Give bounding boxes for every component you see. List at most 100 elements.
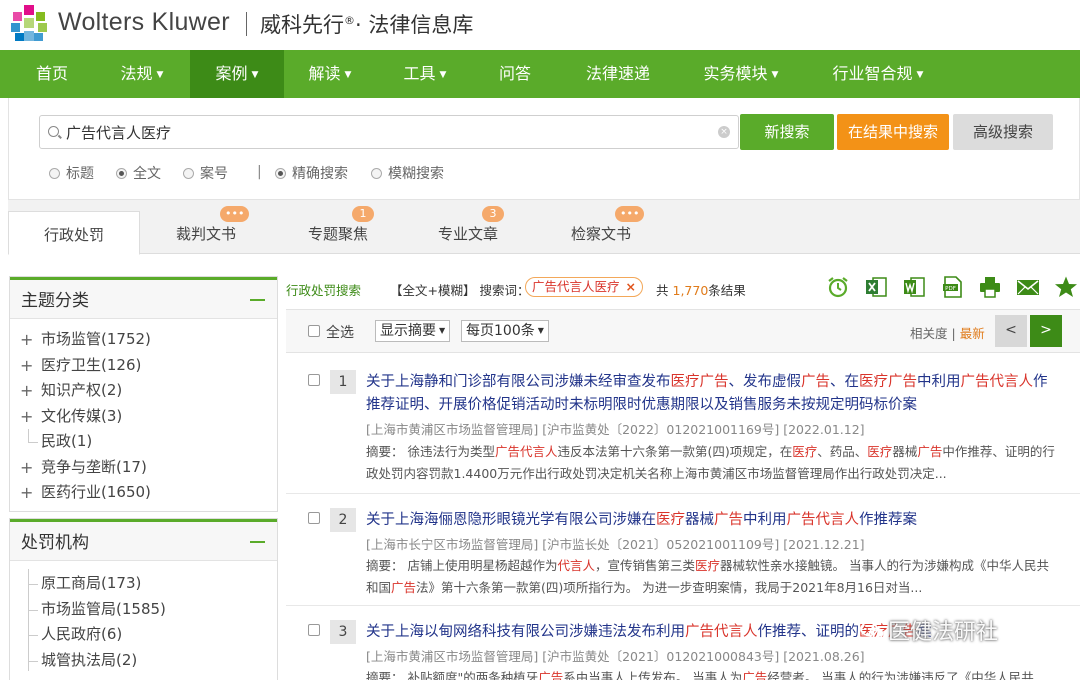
highlight-term: 广告 xyxy=(391,580,417,595)
topic-civil-affairs[interactable]: 民政(1) xyxy=(10,429,277,455)
next-page-button[interactable]: > xyxy=(1030,315,1062,347)
agency-market-supervision[interactable]: 市场监管局(1585) xyxy=(10,597,277,623)
search-input[interactable] xyxy=(66,120,706,144)
result-title[interactable]: 关于上海海俪恩隐形眼镜光学有限公司涉嫌在医疗器械广告中利用广告代言人作推荐案 xyxy=(366,509,1056,532)
pdf-icon[interactable]: PDF xyxy=(940,275,964,299)
clear-icon[interactable]: × xyxy=(718,126,730,138)
expand-icon[interactable]: + xyxy=(20,404,33,429)
remove-keyword-icon[interactable]: × xyxy=(626,279,636,294)
mail-icon[interactable] xyxy=(1016,275,1040,299)
radio-fuzzy-search[interactable]: 模糊搜索 xyxy=(371,164,444,184)
brand-name: Wolters Kluwer xyxy=(58,8,230,36)
brand-divider xyxy=(246,12,247,36)
highlight-term: 医疗 xyxy=(656,512,685,528)
tab-articles[interactable]: 3 专业文章 xyxy=(410,206,526,254)
result-checkbox[interactable] xyxy=(308,374,320,386)
results-summary-bar: 行政处罚搜索 【全文+模糊】 搜索词： 广告代言人医疗 × 共 1,770条结果 … xyxy=(286,274,1080,302)
site-header: Wolters Kluwer 威科先行®· 法律信息库 xyxy=(0,0,1080,50)
expand-icon[interactable]: + xyxy=(20,378,33,403)
nav-item-practice-modules[interactable]: 实务模块 ▼ xyxy=(686,50,796,98)
tab-procuratorate-docs[interactable]: ••• 检察文书 xyxy=(543,206,659,254)
tab-administrative-penalty[interactable]: 行政处罚 xyxy=(8,211,140,255)
highlight-term: 医疗 xyxy=(867,444,893,459)
topic-ip[interactable]: + 知识产权(2) xyxy=(10,378,277,404)
search-box: × xyxy=(39,115,739,149)
excel-icon[interactable] xyxy=(864,275,888,299)
chevron-down-icon: ▼ xyxy=(537,326,544,335)
sort-relevance[interactable]: 相关度 xyxy=(910,326,948,341)
expand-icon[interactable]: + xyxy=(20,480,33,505)
radio-fulltext[interactable]: 全文 xyxy=(116,164,161,184)
highlight-term: 广告 xyxy=(699,374,729,390)
search-panel: × 新搜索 在结果中搜索 高级搜索 标题 全文 案号 | 精确搜索 模糊搜索 xyxy=(8,98,1080,200)
nav-item-compliance[interactable]: 行业智合规 ▼ xyxy=(814,50,942,98)
nav-item-regulations[interactable]: 法规 ▼ xyxy=(102,50,182,98)
topic-pharma[interactable]: + 医药行业(1650) xyxy=(10,480,277,506)
topic-healthcare[interactable]: + 医疗卫生(126) xyxy=(10,353,277,379)
highlight-term: 广告代言人 xyxy=(494,444,558,459)
result-tabs: 行政处罚 ••• 裁判文书 1 专题聚焦 3 专业文章 ••• 检察文书 xyxy=(8,200,1080,255)
radio-case-number[interactable]: 案号 xyxy=(183,164,228,184)
search-icon xyxy=(48,126,59,137)
advanced-search-button[interactable]: 高级搜索 xyxy=(953,114,1053,150)
more-badge: ••• xyxy=(615,206,645,222)
nav-item-home[interactable]: 首页 xyxy=(18,50,86,98)
wolters-kluwer-logo-icon[interactable] xyxy=(10,4,48,42)
topic-panel-header[interactable]: 主题分类 xyxy=(10,277,277,319)
nav-item-legal-express[interactable]: 法律速递 xyxy=(570,50,666,98)
more-badge: ••• xyxy=(220,206,250,222)
nav-item-qa[interactable]: 问答 xyxy=(480,50,550,98)
result-meta: [上海市黄浦区市场监督管理局] [沪市监黄处〔2021〕012021000843… xyxy=(366,649,865,664)
expand-icon[interactable]: + xyxy=(20,327,33,352)
agency-peoples-government[interactable]: 人民政府(6) xyxy=(10,622,277,648)
word-icon[interactable] xyxy=(902,275,926,299)
result-checkbox[interactable] xyxy=(308,624,320,636)
agency-filter-panel: 处罚机构 原工商局(173) 市场监管局(1585) 人民政府(6) 城管执法局… xyxy=(9,518,278,680)
expand-icon[interactable]: + xyxy=(20,455,33,480)
nav-item-tools[interactable]: 工具 ▼ xyxy=(385,50,465,98)
agency-panel-header[interactable]: 处罚机构 xyxy=(10,519,277,561)
page-size-select[interactable]: 每页100条 ▼ xyxy=(461,320,549,342)
collapse-icon[interactable] xyxy=(250,541,265,543)
nav-item-interpretation[interactable]: 解读 ▼ xyxy=(290,50,370,98)
search-type-link[interactable]: 行政处罚搜索 xyxy=(286,280,361,299)
display-mode-select[interactable]: 显示摘要 ▼ xyxy=(375,320,451,342)
chevron-down-icon: ▼ xyxy=(344,69,352,80)
alarm-icon[interactable] xyxy=(826,275,850,299)
highlight-term: 广告代言人 xyxy=(786,512,860,528)
count-badge: 3 xyxy=(482,206,504,222)
select-all-label[interactable]: 全选 xyxy=(326,322,354,342)
agency-urban-management[interactable]: 城管执法局(2) xyxy=(10,648,277,674)
chevron-down-icon: ▼ xyxy=(771,69,779,80)
prev-page-button[interactable]: < xyxy=(995,315,1027,347)
nav-item-cases[interactable]: 案例 ▼ xyxy=(190,50,284,98)
result-meta: [上海市长宁区市场监督管理局] [沪市监长处〔2021〕052021001109… xyxy=(366,537,865,552)
result-checkbox[interactable] xyxy=(308,512,320,524)
sort-newest[interactable]: 最新 xyxy=(960,326,985,341)
highlight-term: 医疗 xyxy=(792,444,818,459)
result-title[interactable]: 关于上海静和门诊部有限公司涉嫌未经审查发布医疗广告、发布虚假广告、在医疗广告中利… xyxy=(366,371,1056,417)
print-icon[interactable] xyxy=(978,275,1002,299)
radio-title[interactable]: 标题 xyxy=(49,164,94,184)
topic-culture-media[interactable]: + 文化传媒(3) xyxy=(10,404,277,430)
search-within-results-button[interactable]: 在结果中搜索 xyxy=(837,114,949,150)
result-abstract: 摘要： 店铺上使用明星杨超越作为代言人，宣传销售第三类医疗器械软性亲水接触镜。 … xyxy=(366,558,1050,595)
select-all-checkbox[interactable] xyxy=(308,325,320,337)
highlight-term: 广告 xyxy=(888,374,917,390)
highlight-term: 广告 xyxy=(917,444,943,459)
result-abstract: 摘要： 补贴额度"的两条种植牙广告系由当事人上传发布。 当事人为广告经营者。 当… xyxy=(366,667,1056,680)
topic-tree: + 市场监管(1752) + 医疗卫生(126) + 知识产权(2) + 文化传媒(3)… xyxy=(10,319,277,506)
tab-topics[interactable]: 1 专题聚焦 xyxy=(280,206,396,254)
new-search-button[interactable]: 新搜索 xyxy=(740,114,834,150)
expand-icon[interactable]: + xyxy=(20,353,33,378)
list-toolbar: 全选 显示摘要 ▼ 每页100条 ▼ 相关度 | 最新 < > xyxy=(286,309,1080,353)
star-icon[interactable] xyxy=(1054,275,1078,299)
topic-competition[interactable]: + 竞争与垄断(17) xyxy=(10,455,277,481)
radio-exact-search[interactable]: 精确搜索 xyxy=(275,164,348,184)
tab-judgments[interactable]: ••• 裁判文书 xyxy=(148,206,264,254)
sort-options: 相关度 | 最新 xyxy=(910,326,985,341)
agency-former-aic[interactable]: 原工商局(173) xyxy=(10,571,277,597)
count-badge: 1 xyxy=(352,206,374,222)
topic-market-supervision[interactable]: + 市场监管(1752) xyxy=(10,327,277,353)
collapse-icon[interactable] xyxy=(250,299,265,301)
